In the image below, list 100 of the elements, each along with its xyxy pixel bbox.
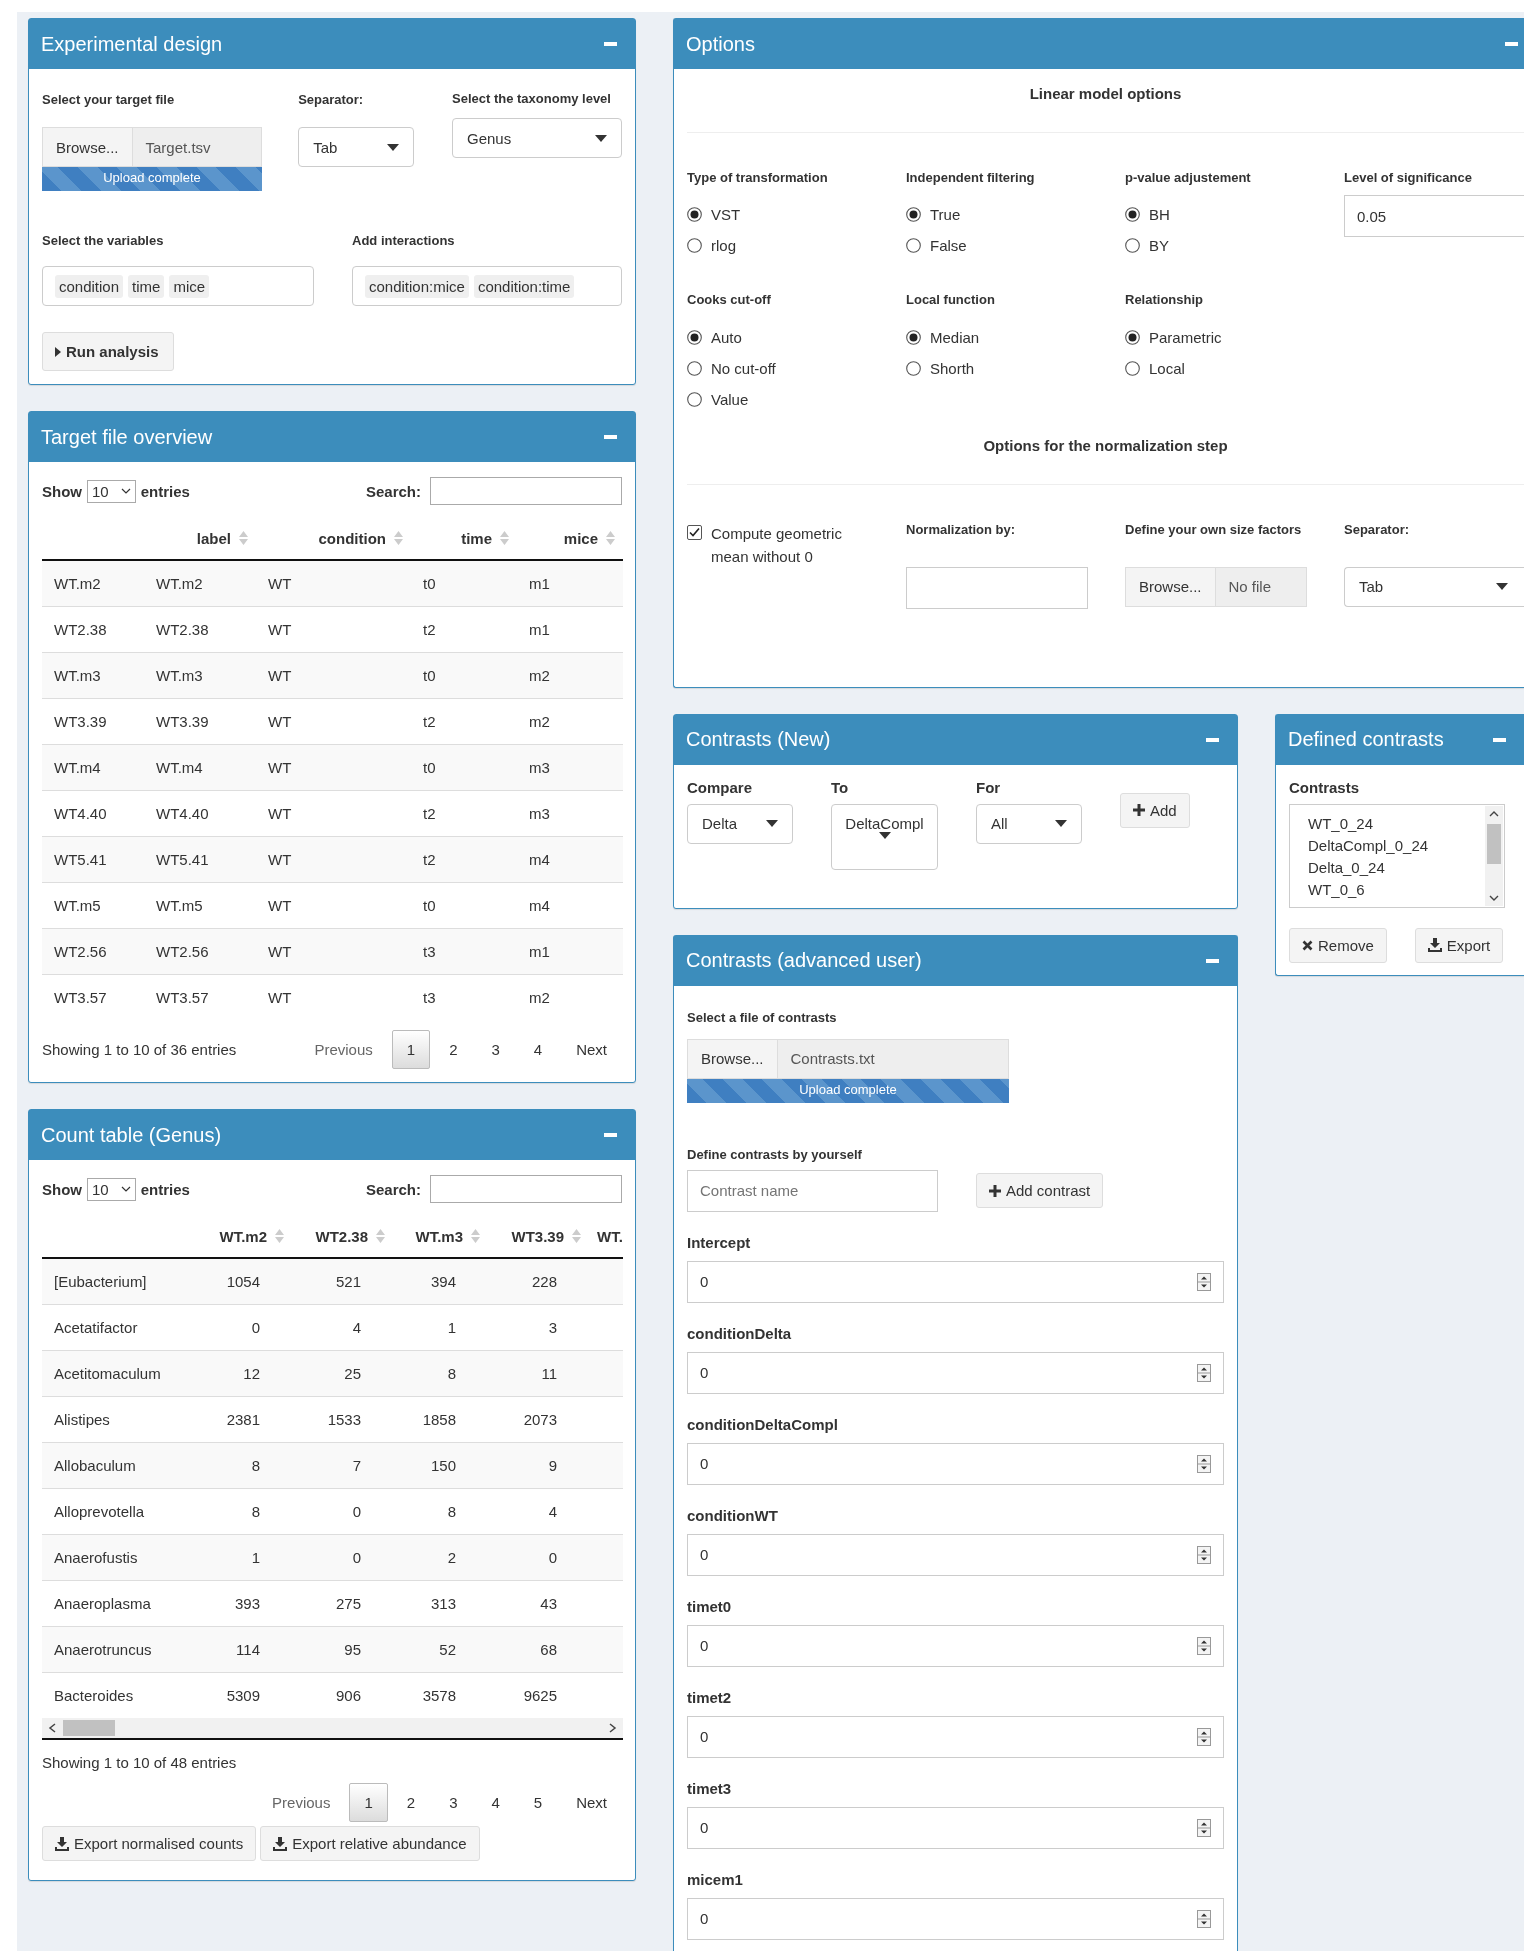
next-link[interactable]: Next — [561, 1783, 622, 1822]
page-button[interactable]: 3 — [434, 1783, 473, 1822]
table-cell: WT3.57 — [144, 974, 256, 1020]
spinner-icon[interactable] — [1197, 1545, 1211, 1564]
spinner-icon[interactable] — [1197, 1363, 1211, 1382]
panel-title: Contrasts (advanced user) — [686, 949, 922, 973]
browse-button[interactable]: Browse... — [1125, 566, 1216, 607]
field-label: Intercept — [687, 1233, 752, 1251]
tags-field[interactable]: condition:mice condition:time — [352, 266, 622, 306]
spinner-icon[interactable] — [1197, 1454, 1211, 1473]
scrollbar-drawing[interactable] — [1485, 805, 1503, 906]
field-label: Select the taxonomy level — [452, 92, 612, 107]
entries-select[interactable]: 10 — [87, 479, 136, 503]
number-field[interactable]: 0 — [687, 1442, 1224, 1485]
table-cell: WT2.56 — [42, 928, 144, 975]
field-label: Relationship — [1125, 293, 1204, 308]
number-field[interactable]: 0 — [687, 1260, 1224, 1303]
number-field[interactable]: 0 — [687, 1533, 1224, 1576]
collapse-icon[interactable] — [1206, 737, 1219, 742]
show-label: Show — [42, 1180, 82, 1198]
export-button[interactable]: Export normalised counts — [42, 1826, 257, 1861]
remove-button[interactable]: Remove — [1289, 927, 1387, 963]
radio-button[interactable] — [1125, 238, 1140, 254]
interaction-tag[interactable]: condition:mice — [365, 274, 469, 298]
checkbox[interactable] — [687, 524, 702, 540]
page-button[interactable]: 5 — [518, 1783, 558, 1822]
radio-button[interactable] — [906, 207, 921, 223]
contrast-list[interactable]: WT_0_24 DeltaCompl_0_24 Delta_0_24 WT_0_6 — [1289, 803, 1505, 908]
radio-button[interactable] — [1125, 360, 1140, 376]
file-name-field: Contrasts.txt — [777, 1038, 1009, 1079]
entries-select[interactable]: 10 — [87, 1177, 136, 1201]
collapse-icon[interactable] — [1493, 737, 1506, 742]
page-button[interactable]: 3 — [476, 1030, 515, 1069]
spinner-icon[interactable] — [1197, 1272, 1211, 1291]
export-button[interactable]: Export — [1414, 927, 1504, 963]
run-analysis-button[interactable]: Run analysis — [42, 332, 174, 371]
radio-button[interactable] — [1125, 329, 1140, 345]
search-field[interactable] — [430, 477, 622, 505]
select-field[interactable]: DeltaCompl — [831, 803, 938, 870]
variable-tag[interactable]: mice — [169, 274, 210, 298]
number-field[interactable]: 0 — [687, 1624, 1224, 1667]
page-button[interactable]: 4 — [518, 1030, 558, 1069]
list-item[interactable]: WT_0_24 — [1308, 812, 1429, 835]
collapse-icon[interactable] — [1206, 958, 1219, 963]
select-field[interactable]: Delta — [687, 803, 793, 844]
next-link[interactable]: Next — [561, 1030, 622, 1069]
radio-button[interactable] — [906, 238, 921, 254]
search-field[interactable] — [430, 1175, 622, 1203]
interaction-tag[interactable]: condition:time — [473, 274, 575, 298]
radio-button[interactable] — [687, 391, 702, 407]
browse-button[interactable]: Browse... — [687, 1038, 778, 1079]
significance-field[interactable]: 0.05 — [1344, 195, 1524, 238]
radio-label: True — [930, 206, 961, 224]
select-field[interactable]: Tab — [298, 127, 415, 167]
tags-field[interactable]: condition time mice — [42, 266, 314, 306]
page-button[interactable]: 2 — [391, 1783, 431, 1822]
select-field[interactable]: All — [976, 803, 1082, 844]
variable-tag[interactable]: condition — [55, 274, 124, 298]
select-field[interactable]: Genus — [452, 118, 622, 159]
add-contrast-button[interactable]: Add contrast — [976, 1173, 1104, 1209]
list-item[interactable]: DeltaCompl_0_24 — [1308, 834, 1429, 857]
page-button[interactable]: 2 — [434, 1030, 473, 1069]
spinner-icon[interactable] — [1197, 1909, 1211, 1928]
page-button[interactable]: 1 — [349, 1783, 388, 1822]
number-field[interactable]: 0 — [687, 1806, 1224, 1849]
table-cell: 11 — [482, 1350, 583, 1397]
select-field[interactable]: Tab — [1344, 566, 1524, 607]
add-button[interactable]: Add — [1120, 792, 1190, 828]
field-label: Separator: — [1344, 522, 1411, 539]
radio-button[interactable] — [906, 329, 921, 345]
variable-tag[interactable]: time — [128, 274, 165, 298]
page-button[interactable]: 4 — [476, 1783, 515, 1822]
number-field[interactable]: 0 — [687, 1897, 1224, 1940]
previous-link[interactable]: Previous — [257, 1783, 346, 1822]
radio-button[interactable] — [687, 238, 702, 254]
page-button[interactable]: 1 — [391, 1030, 431, 1069]
spinner-icon[interactable] — [1197, 1818, 1211, 1837]
contrast-name-field[interactable]: Contrast name — [687, 1169, 938, 1212]
export-button[interactable]: Export relative abundance — [260, 1826, 480, 1861]
radio-button[interactable] — [687, 329, 702, 345]
radio-button[interactable] — [687, 360, 702, 376]
download-icon — [55, 1836, 69, 1851]
field-label: Compare — [687, 778, 754, 796]
spinner-icon[interactable] — [1197, 1636, 1211, 1655]
field-label: Select your target file — [42, 92, 176, 107]
radio-button[interactable] — [906, 360, 921, 376]
radio-label: False — [930, 237, 967, 255]
panel-title: Contrasts (New) — [686, 728, 831, 752]
list-item[interactable]: WT_0_6 — [1308, 878, 1429, 901]
scrollbar-drawing[interactable] — [42, 1718, 623, 1740]
number-field[interactable]: 0 — [687, 1351, 1224, 1394]
spinner-icon[interactable] — [1197, 1727, 1211, 1746]
previous-link[interactable]: Previous — [299, 1030, 388, 1069]
browse-button[interactable]: Browse... — [42, 127, 133, 167]
normalization-field[interactable] — [906, 566, 1088, 609]
number-field[interactable]: 0 — [687, 1715, 1224, 1758]
radio-button[interactable] — [687, 207, 702, 223]
radio-button[interactable] — [1125, 207, 1140, 223]
checkbox-label: Compute geometric mean without 0 — [711, 523, 843, 567]
list-item[interactable]: Delta_0_24 — [1308, 856, 1429, 879]
